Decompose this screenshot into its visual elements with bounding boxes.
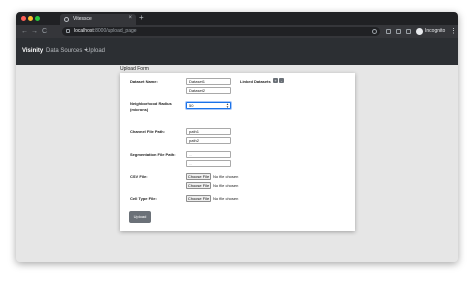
cell-type-choose-file-button[interactable]: Choose File <box>186 195 211 202</box>
radius-label: Neighborhood Radius <box>130 101 172 106</box>
channel-path-label: Channel File Path: <box>130 129 165 134</box>
page-content: Upload Form Dataset Name: Dataset1 Datas… <box>16 65 458 262</box>
sidebar-icon[interactable] <box>406 29 411 34</box>
csv-choose-file-button-2[interactable]: Choose File <box>186 182 211 189</box>
close-window-dot[interactable] <box>21 16 26 21</box>
csv-choose-file-button-1[interactable]: Choose File <box>186 173 211 180</box>
add-dataset-button[interactable]: + <box>273 78 278 83</box>
back-button[interactable]: ← <box>21 27 28 36</box>
app-brand[interactable]: Visinity <box>22 48 43 54</box>
dataset-name-label: Dataset Name: <box>130 79 158 84</box>
star-icon[interactable] <box>372 29 377 34</box>
radius-number-input[interactable]: 50 ▲ ▼ <box>186 102 231 109</box>
upload-form-card: Dataset Name: Dataset1 Dataset2 Linked D… <box>120 73 355 231</box>
new-tab-button[interactable]: + <box>139 13 144 23</box>
csv-file-status-1: No file chosen <box>213 174 239 179</box>
radius-value: 50 <box>189 103 194 108</box>
address-bar[interactable]: localhost:8000/upload_page <box>62 27 380 36</box>
incognito-icon[interactable] <box>416 28 423 35</box>
segmentation-path-input-1[interactable]: ... <box>186 151 231 158</box>
stepper-arrows-icon[interactable]: ▲ ▼ <box>226 103 229 109</box>
segmentation-path-input-2[interactable]: ... <box>186 160 231 167</box>
url-text: localhost:8000/upload_page <box>74 28 137 35</box>
globe-icon <box>64 17 69 22</box>
channel-path-input-1[interactable]: path1 <box>186 128 231 135</box>
linked-datasets-label: Linked Datasets <box>240 79 271 84</box>
cell-type-file-status: No file chosen <box>213 196 239 201</box>
nav-upload[interactable]: Upload <box>86 48 105 54</box>
cast-icon[interactable] <box>396 29 401 34</box>
url-path: :8000/upload_page <box>93 28 137 34</box>
segmentation-path-label: Segmentation File Path: <box>130 152 176 157</box>
maximize-window-dot[interactable] <box>35 16 40 21</box>
channel-path-input-2[interactable]: path2 <box>186 137 231 144</box>
browser-tab[interactable]: Vitessce × <box>60 14 136 25</box>
dataset-name-input-1[interactable]: Dataset1 <box>186 78 231 85</box>
browser-window: Vitessce × + ← → C localhost:8000/upload… <box>16 12 458 262</box>
csv-file-status-2: No file chosen <box>213 183 239 188</box>
tab-title: Vitessce <box>73 16 92 22</box>
csv-file-label: CSV File: <box>130 174 148 179</box>
extensions-icon[interactable] <box>386 29 391 34</box>
reload-button[interactable]: C <box>42 27 47 36</box>
cell-type-file-label: Cell Type File: <box>130 196 157 201</box>
forward-button[interactable]: → <box>31 27 38 36</box>
dataset-name-input-2[interactable]: Dataset2 <box>186 87 231 94</box>
close-tab-icon[interactable]: × <box>128 15 132 21</box>
incognito-label: Incognito <box>425 28 446 34</box>
info-icon[interactable] <box>66 29 70 33</box>
nav-data-sources[interactable]: Data Sources <box>46 48 89 54</box>
radius-unit-label: (microns) <box>130 107 149 112</box>
url-host: localhost <box>74 28 94 34</box>
app-navbar: Visinity Data Sources Upload <box>16 38 458 65</box>
form-section-title: Upload Form <box>120 66 149 72</box>
browser-toolbar: ← → C localhost:8000/upload_page Incogni… <box>16 25 458 38</box>
upload-button[interactable]: Upload <box>129 211 151 223</box>
nav-data-sources-label: Data Sources <box>46 48 83 54</box>
remove-dataset-button[interactable]: - <box>279 78 284 83</box>
browser-menu-icon[interactable]: ⋮ <box>450 27 457 36</box>
minimize-window-dot[interactable] <box>28 16 33 21</box>
tab-bar: Vitessce × + <box>16 12 458 25</box>
